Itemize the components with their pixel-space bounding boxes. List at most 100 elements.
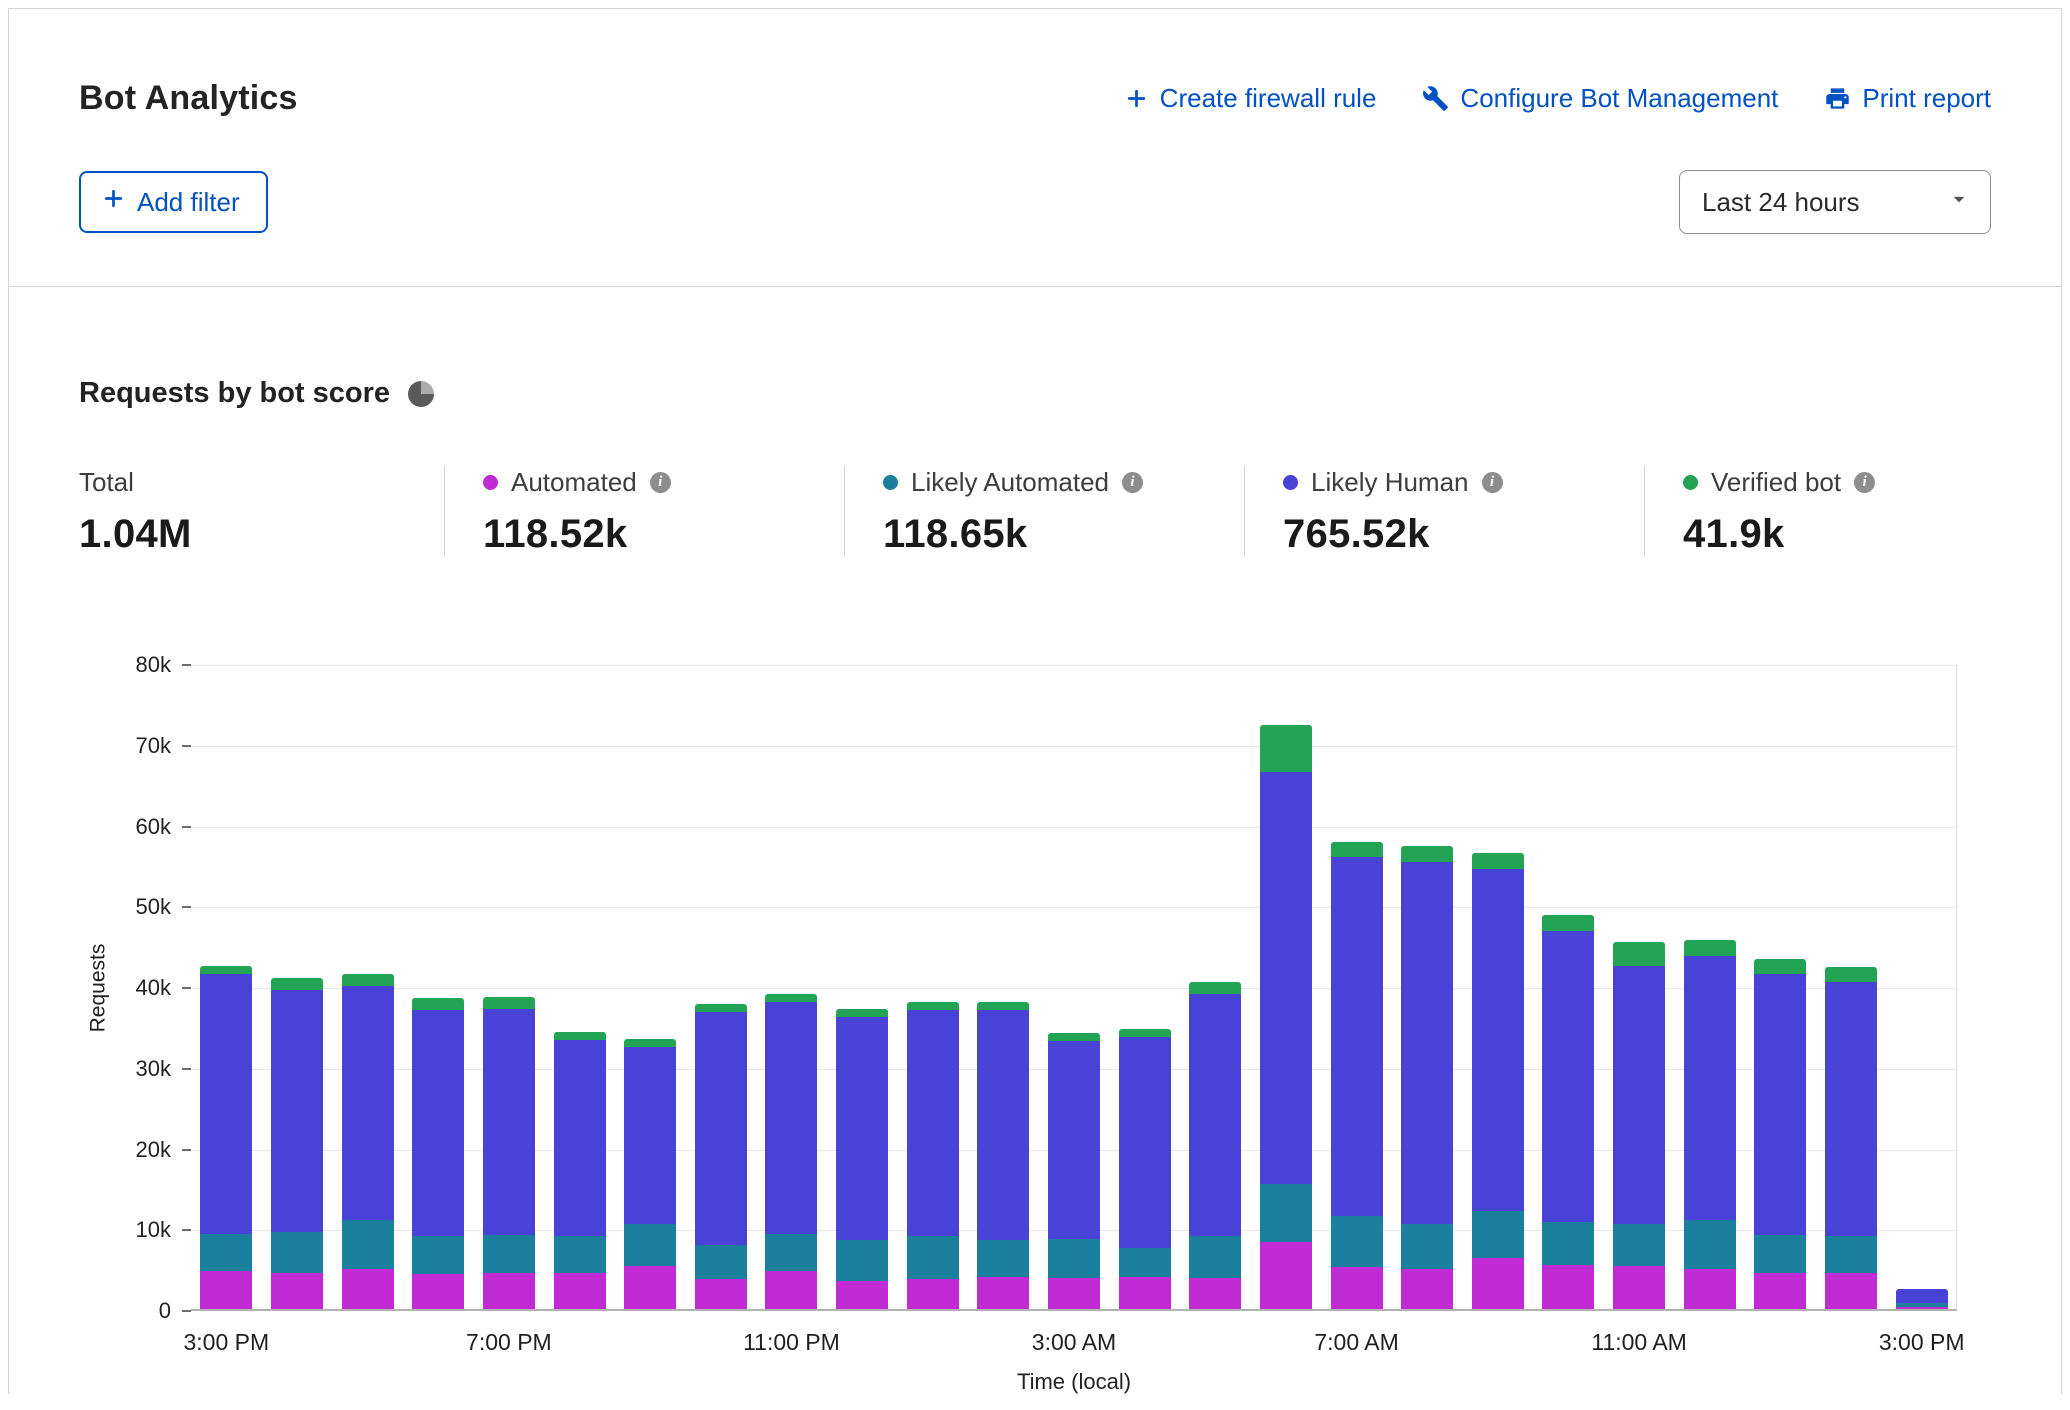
bar-4-00-pm[interactable] xyxy=(271,978,323,1309)
bar-6-00-am[interactable] xyxy=(1260,725,1312,1309)
bar-segment-automated xyxy=(1825,1273,1877,1309)
info-icon[interactable] xyxy=(1854,472,1875,493)
bar-segment-likely-automated xyxy=(483,1235,535,1273)
bar-4-00-am[interactable] xyxy=(1119,1029,1171,1309)
plus-icon xyxy=(1124,86,1149,111)
bar-segment-likely-human xyxy=(836,1017,888,1241)
bar-8-00-am[interactable] xyxy=(1401,846,1453,1309)
bar-3-00-pm[interactable] xyxy=(1896,1289,1948,1309)
bar-6-00-pm[interactable] xyxy=(412,998,464,1309)
bar-segment-likely-automated xyxy=(624,1224,676,1266)
bar-segment-likely-automated xyxy=(1472,1211,1524,1259)
stat-value: 765.52k xyxy=(1283,512,1644,557)
plot-area[interactable]: 010k20k30k40k50k60k70k80k3:00 PM7:00 PM1… xyxy=(191,665,1957,1311)
bar-7-00-pm[interactable] xyxy=(483,997,535,1309)
bar-segment-verified-bot xyxy=(907,1002,959,1010)
y-tick-mark xyxy=(182,906,191,908)
bar-segment-verified-bot xyxy=(1189,982,1241,994)
bar-11-00-am[interactable] xyxy=(1613,942,1665,1309)
bar-segment-likely-human xyxy=(1119,1037,1171,1248)
bar-segment-verified-bot xyxy=(1260,725,1312,772)
bar-segment-likely-automated xyxy=(1048,1239,1100,1279)
bar-segment-automated xyxy=(483,1273,535,1309)
bar-10-00-pm[interactable] xyxy=(695,1004,747,1309)
likely-automated-dot xyxy=(883,475,898,490)
bar-segment-likely-human xyxy=(1472,869,1524,1211)
automated-dot xyxy=(483,475,498,490)
time-range-select[interactable]: Last 24 hours xyxy=(1679,170,1991,234)
bar-9-00-pm[interactable] xyxy=(624,1039,676,1309)
bar-9-00-am[interactable] xyxy=(1472,853,1524,1309)
stat-label: Total xyxy=(79,467,134,498)
bar-segment-likely-human xyxy=(483,1009,535,1235)
bar-7-00-am[interactable] xyxy=(1331,842,1383,1309)
time-range-value: Last 24 hours xyxy=(1702,187,1860,218)
bar-1-00-am[interactable] xyxy=(907,1002,959,1309)
bar-segment-verified-bot xyxy=(765,994,817,1002)
bar-segment-likely-automated xyxy=(200,1234,252,1271)
print-report-link[interactable]: Print report xyxy=(1824,83,1991,114)
pie-chart-icon xyxy=(408,381,434,407)
bar-segment-likely-automated xyxy=(1542,1222,1594,1265)
bar-segment-automated xyxy=(1754,1273,1806,1309)
bar-10-00-am[interactable] xyxy=(1542,915,1594,1309)
bar-12-00-pm[interactable] xyxy=(1684,940,1736,1309)
bar-5-00-pm[interactable] xyxy=(342,974,394,1309)
add-filter-button[interactable]: Add filter xyxy=(79,171,268,233)
bar-segment-verified-bot xyxy=(624,1039,676,1047)
bar-segment-likely-human xyxy=(1896,1289,1948,1304)
bar-2-00-pm[interactable] xyxy=(1825,967,1877,1309)
bar-segment-likely-human xyxy=(1613,966,1665,1224)
bar-segment-verified-bot xyxy=(412,998,464,1010)
bar-segment-likely-automated xyxy=(695,1245,747,1279)
bar-segment-automated xyxy=(1613,1266,1665,1309)
info-icon[interactable] xyxy=(1122,472,1143,493)
bar-segment-verified-bot xyxy=(342,974,394,986)
info-icon[interactable] xyxy=(1482,472,1503,493)
x-axis-title: Time (local) xyxy=(191,1369,1957,1395)
bar-segment-automated xyxy=(1542,1265,1594,1309)
section-title-row: Requests by bot score xyxy=(79,377,1991,410)
bar-8-00-pm[interactable] xyxy=(554,1032,606,1309)
bar-segment-automated xyxy=(1896,1307,1948,1309)
bar-segment-likely-human xyxy=(342,986,394,1220)
bar-segment-verified-bot xyxy=(1048,1033,1100,1041)
y-tick-mark xyxy=(182,987,191,989)
wrench-icon xyxy=(1422,85,1449,112)
info-icon[interactable] xyxy=(650,472,671,493)
bar-segment-likely-automated xyxy=(1331,1216,1383,1267)
bar-segment-likely-human xyxy=(1401,862,1453,1224)
y-tick-mark xyxy=(182,1310,191,1312)
bar-segment-likely-human xyxy=(907,1010,959,1236)
bar-segment-likely-human xyxy=(1754,974,1806,1235)
stat-automated: Automated 118.52k xyxy=(444,466,844,557)
bar-5-00-am[interactable] xyxy=(1189,982,1241,1309)
x-tick-label: 11:00 AM xyxy=(1591,1329,1686,1356)
page-title: Bot Analytics xyxy=(79,79,298,118)
bar-segment-automated xyxy=(1119,1277,1171,1309)
bar-1-00-pm[interactable] xyxy=(1754,959,1806,1309)
bar-segment-likely-human xyxy=(624,1047,676,1225)
bar-segment-likely-human xyxy=(1331,857,1383,1216)
bar-segment-likely-human xyxy=(554,1040,606,1236)
bar-segment-likely-human xyxy=(412,1010,464,1236)
stat-label: Automated xyxy=(511,467,637,498)
stat-label: Likely Human xyxy=(1311,467,1469,498)
bar-segment-automated xyxy=(836,1281,888,1309)
section-title: Requests by bot score xyxy=(79,377,390,410)
bar-12-00-am[interactable] xyxy=(836,1009,888,1309)
bar-segment-likely-automated xyxy=(765,1234,817,1271)
configure-bot-management-link[interactable]: Configure Bot Management xyxy=(1422,83,1778,114)
bar-11-00-pm[interactable] xyxy=(765,994,817,1309)
bar-2-00-am[interactable] xyxy=(977,1002,1029,1309)
bar-segment-automated xyxy=(1189,1278,1241,1309)
create-firewall-rule-link[interactable]: Create firewall rule xyxy=(1124,83,1377,114)
bar-segment-automated xyxy=(412,1274,464,1309)
bar-3-00-pm[interactable] xyxy=(200,966,252,1309)
y-tick-label: 30k xyxy=(136,1056,171,1082)
bar-3-00-am[interactable] xyxy=(1048,1033,1100,1309)
bar-segment-likely-automated xyxy=(1825,1236,1877,1272)
gridline xyxy=(191,827,1956,828)
bar-segment-likely-automated xyxy=(836,1240,888,1280)
y-tick-mark xyxy=(182,664,191,666)
